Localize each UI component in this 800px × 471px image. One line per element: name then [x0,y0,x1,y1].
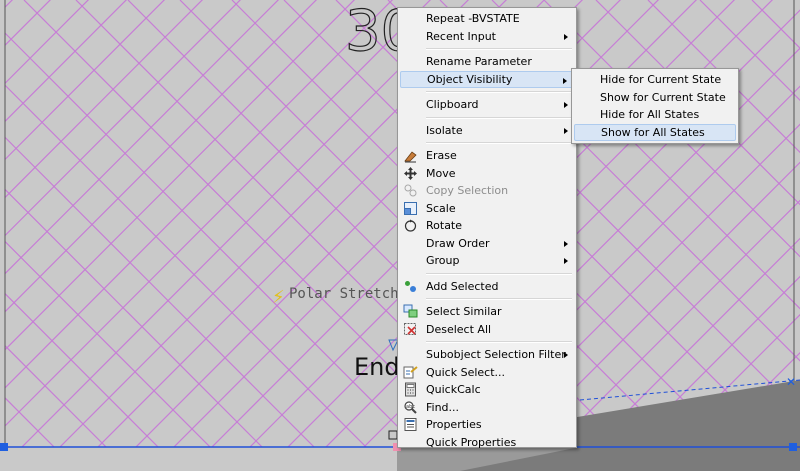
cross-grip[interactable]: ✕ [786,375,796,389]
menu-item-object-visibility[interactable]: Object Visibility [400,70,574,88]
menu-item-label: Quick Select... [426,365,506,379]
menu-item-label: Find... [426,400,460,414]
submenu-item-show-for-current-state[interactable]: Show for Current State [574,89,736,107]
menu-item-rotate[interactable]: Rotate [400,217,574,235]
menu-item-quick-properties[interactable]: Quick Properties [400,434,574,452]
menu-item-label: QuickCalc [426,383,481,396]
svg-text:abc: abc [406,404,415,410]
menu-separator [426,272,572,275]
context-menu: Repeat -BVSTATE Recent Input Rename Parame… [397,7,577,449]
menu-item-label: Subobject Selection Filter [426,348,566,361]
menu-item-add-selected[interactable]: Add Selected [400,278,574,296]
menu-item-label: Isolate [426,123,463,137]
menu-item-deselect-all[interactable]: Deselect All [400,321,574,339]
menu-item-label: Hide for Current State [600,73,722,86]
menu-item-label: Rotate [426,219,463,232]
menu-item-group[interactable]: Group [400,252,574,270]
submenu-item-hide-for-current-state[interactable]: Hide for Current State [574,71,736,89]
menu-item-recent-input[interactable]: Recent Input [400,28,574,46]
menu-item-label: Show for Current State [600,90,726,104]
submenu-arrow-icon [564,352,568,358]
menu-item-isolate[interactable]: Isolate [400,122,574,140]
menu-item-quickcalc[interactable]: QuickCalc [400,381,574,399]
menu-separator [426,91,572,93]
menu-item-label: Draw Order [426,236,490,250]
menu-item-clipboard[interactable]: Clipboard [400,96,574,114]
menu-item-label: Scale [426,201,456,215]
menu-item-draw-order[interactable]: Draw Order [400,235,574,253]
menu-item-label: Hide for All States [600,108,700,121]
menu-item-label: Erase [426,149,457,162]
menu-item-label: Quick Properties [426,435,517,449]
menu-item-label: Select Similar [426,305,502,318]
submenu-item-show-for-all-states[interactable]: Show for All States [574,123,736,141]
grip-right[interactable] [789,443,797,451]
menu-separator [426,298,572,300]
lightning-icon: ⚡ [272,287,285,308]
end-label: End [354,353,400,381]
menu-item-label: Deselect All [426,322,492,336]
menu-item-select-similar[interactable]: Select Similar [400,303,574,321]
menu-item-erase[interactable]: Erase [400,147,574,165]
menu-item-rename-parameter[interactable]: Rename Parameter [400,53,574,71]
menu-item-label: Move [426,166,456,180]
menu-item-label: Object Visibility [427,72,513,86]
menu-item-label: Properties [426,418,482,431]
menu-item-copy-selection[interactable]: Copy Selection [400,182,574,200]
menu-item-scale[interactable]: Scale [400,200,574,218]
menu-item-label: Show for All States [601,125,705,139]
submenu-arrow-icon [564,33,568,40]
menu-item-find[interactable]: abc Find... [400,399,574,417]
submenu-arrow-icon [564,258,568,264]
menu-item-label: Repeat -BVSTATE [426,12,520,25]
submenu-arrow-icon [564,240,568,247]
parameter-label: Polar Stretch3 [289,286,407,302]
menu-item-quick-select[interactable]: Quick Select... [400,364,574,382]
menu-item-properties[interactable]: Properties [400,416,574,434]
menu-item-label: Recent Input [426,29,496,43]
submenu-arrow-icon [564,102,568,108]
menu-item-repeat-bvstate[interactable]: Repeat -BVSTATE [400,10,574,28]
grip-left[interactable] [0,443,8,451]
menu-separator [426,116,572,119]
menu-item-subobject-selection-filter[interactable]: Subobject Selection Filter [400,346,574,364]
object-visibility-submenu: Hide for Current State Show for Current S… [571,68,739,144]
menu-separator [426,48,572,50]
submenu-item-hide-for-all-states[interactable]: Hide for All States [574,106,736,124]
menu-item-label: Add Selected [426,279,499,293]
submenu-arrow-icon [564,127,568,134]
menu-item-move[interactable]: Move [400,165,574,183]
menu-separator [426,341,572,343]
menu-item-label: Group [426,254,460,267]
menu-item-label: Rename Parameter [426,55,532,68]
submenu-arrow-icon [563,77,567,84]
menu-item-label: Clipboard [426,98,479,111]
menu-separator [426,142,572,144]
menu-item-label: Copy Selection [426,184,509,197]
